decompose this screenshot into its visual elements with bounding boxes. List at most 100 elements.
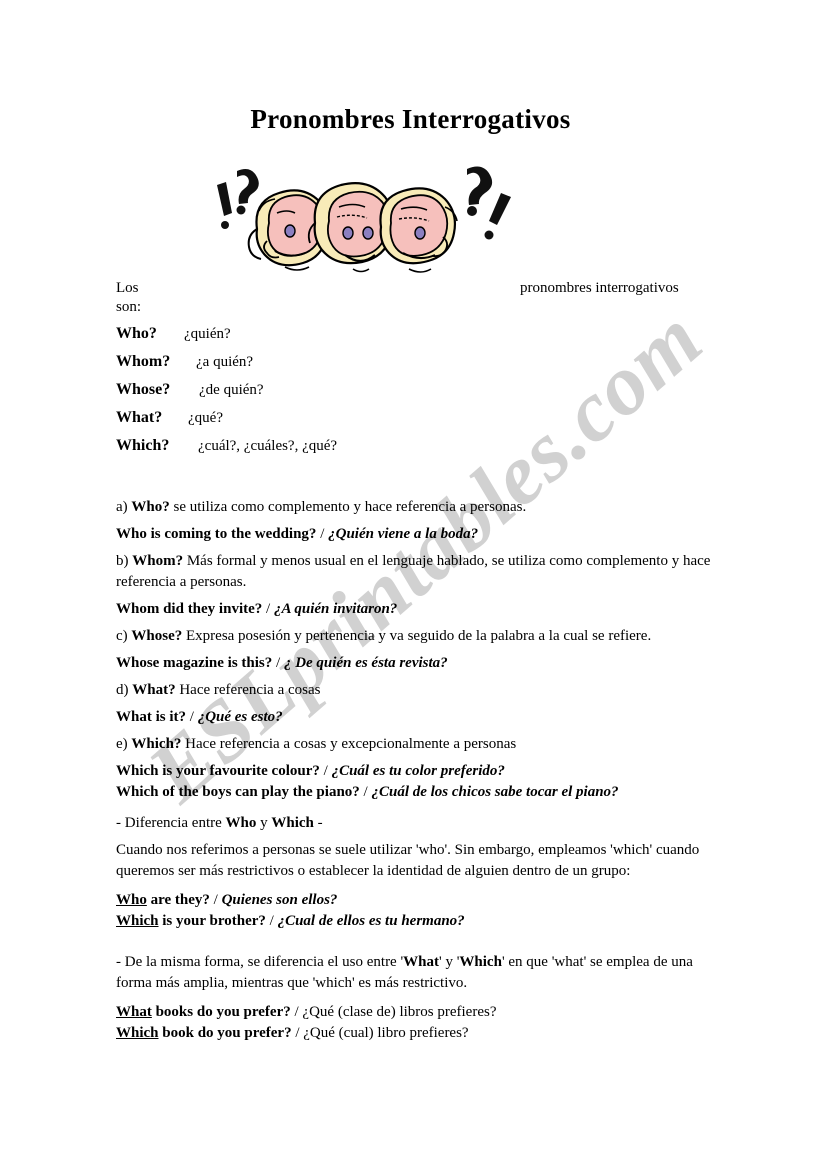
difference-what-term-what: What bbox=[403, 954, 440, 970]
pronoun-es-which: ¿cuál?, ¿cuáles?, ¿qué? bbox=[198, 438, 338, 454]
section-a-marker: a) bbox=[116, 499, 128, 515]
pronoun-row-what: What? ¿qué? bbox=[116, 409, 536, 437]
difference-example-who-es: Quienes son ellos? bbox=[221, 892, 338, 908]
pronoun-row-whom: Whom? ¿a quién? bbox=[116, 353, 536, 381]
pronoun-en-whose: Whose? bbox=[116, 381, 171, 398]
section-a-example: Who is coming to the wedding? / ¿Quién v… bbox=[116, 524, 712, 545]
section-d-term: What? bbox=[132, 682, 176, 698]
difference-example-which-es: ¿Cual de ellos es tu hermano? bbox=[277, 913, 465, 929]
section-e-example-1-en: Which is your favourite colour? bbox=[116, 763, 320, 779]
section-c-text: c) Whose? Expresa posesión y pertenencia… bbox=[116, 626, 712, 647]
pronoun-row-whose: Whose? ¿de quién? bbox=[116, 381, 536, 409]
intro-left-text: Los son: bbox=[116, 279, 141, 317]
pronoun-en-which: Which? bbox=[116, 437, 170, 454]
pronoun-list: Who? ¿quién? Whom? ¿a quién? Whose? ¿de qui… bbox=[116, 325, 536, 465]
difference-heading-term-who: Who bbox=[225, 815, 257, 831]
pronoun-es-whom: ¿a quién? bbox=[196, 354, 254, 370]
section-a-example-en: Who is coming to the wedding? bbox=[116, 526, 317, 542]
difference-heading-pre: - Diferencia entre bbox=[116, 815, 226, 831]
section-c-example-sep: / bbox=[272, 655, 284, 671]
section-c-term: Whose? bbox=[131, 628, 183, 644]
three-confused-faces-illustration bbox=[205, 163, 525, 308]
section-b-term: Whom? bbox=[132, 553, 184, 569]
pronoun-en-what: What? bbox=[116, 409, 163, 426]
pronoun-en-who: Who? bbox=[116, 325, 157, 342]
difference-example-which-book-es: ¿Qué (cual) libro prefieres? bbox=[303, 1025, 469, 1041]
difference-example-what-en: books do you prefer? bbox=[151, 1004, 291, 1020]
difference-what-pre: - De la misma forma, se diferencia el us… bbox=[116, 954, 404, 970]
section-b-text: b) Whom? Más formal y menos usual en el … bbox=[116, 551, 712, 593]
difference-what-term-which: Which bbox=[459, 954, 502, 970]
difference-example-which-book-en: book do you prefer? bbox=[158, 1025, 292, 1041]
difference-heading-term-which: Which bbox=[271, 815, 314, 831]
section-b-example: Whom did they invite? / ¿A quién invitar… bbox=[116, 599, 712, 620]
difference-heading-post: - bbox=[313, 815, 323, 831]
pronoun-es-what: ¿qué? bbox=[188, 410, 223, 426]
difference-who-which-heading: - Diferencia entre Who y Which - bbox=[116, 813, 712, 834]
intro-right-text: pronombres interrogativos bbox=[520, 280, 679, 296]
section-e-term: Which? bbox=[131, 736, 182, 752]
difference-who-which-paragraph: Cuando nos referimos a personas se suele… bbox=[116, 842, 700, 879]
difference-example-what-sep: / bbox=[290, 1004, 303, 1020]
section-d-example-es: ¿Qué es esto? bbox=[197, 709, 283, 725]
section-d-example-sep: / bbox=[186, 709, 198, 725]
section-c-example-en: Whose magazine is this? bbox=[116, 655, 273, 671]
section-e-example-1-sep: / bbox=[319, 763, 332, 779]
difference-example-which-book: Which book do you prefer? / ¿Qué (cual) … bbox=[116, 1023, 712, 1044]
pronoun-en-whom: Whom? bbox=[116, 353, 171, 370]
difference-example-which-book-underlined: Which bbox=[116, 1025, 159, 1041]
pronoun-row-who: Who? ¿quién? bbox=[116, 325, 536, 353]
face-right bbox=[379, 187, 458, 273]
difference-example-what-books: What books do you prefer? / ¿Qué (clase … bbox=[116, 1002, 712, 1023]
difference-example-who-sep: / bbox=[209, 892, 222, 908]
section-d-body: Hace referencia a cosas bbox=[175, 682, 321, 698]
section-a-text: a) Who? se utiliza como complemento y ha… bbox=[116, 497, 712, 518]
difference-heading-mid: y bbox=[256, 815, 272, 831]
section-e-example-2: Which of the boys can play the piano? / … bbox=[116, 782, 712, 803]
worksheet-page: ESLprintables.com Pronombres Interrogati… bbox=[0, 0, 821, 1169]
section-d-example-en: What is it? bbox=[116, 709, 187, 725]
section-b-marker: b) bbox=[116, 553, 129, 569]
section-b-example-sep: / bbox=[262, 601, 274, 617]
section-e-example-1: Which is your favourite colour? / ¿Cuál … bbox=[116, 761, 712, 782]
section-a-term: Who? bbox=[131, 499, 170, 515]
pronoun-es-whose: ¿de quién? bbox=[199, 382, 264, 398]
difference-example-which-sep: / bbox=[265, 913, 278, 929]
intro-line-1: Los bbox=[116, 280, 139, 296]
section-d-text: d) What? Hace referencia a cosas bbox=[116, 680, 712, 701]
section-a-body: se utiliza como complemento y hace refer… bbox=[169, 499, 527, 515]
section-a-example-sep: / bbox=[316, 526, 329, 542]
difference-example-what-underlined: What bbox=[116, 1004, 152, 1020]
pronoun-row-which: Which? ¿cuál?, ¿cuáles?, ¿qué? bbox=[116, 437, 536, 465]
difference-example-which-book-sep: / bbox=[291, 1025, 304, 1041]
section-b-example-es: ¿A quién invitaron? bbox=[273, 601, 398, 617]
section-b-body: Más formal y menos usual en el lenguaje … bbox=[116, 553, 711, 590]
difference-example-which-en: is your brother? bbox=[158, 913, 266, 929]
page-title: Pronombres Interrogativos bbox=[250, 104, 571, 134]
punctuation-marks-left bbox=[217, 169, 259, 229]
difference-what-which-paragraph: - De la misma forma, se diferencia el us… bbox=[116, 952, 712, 994]
section-e-text: e) Which? Hace referencia a cosas y exce… bbox=[116, 734, 712, 755]
difference-example-who: Who are they? / Quienes son ellos? bbox=[116, 890, 712, 911]
section-d-example: What is it? / ¿Qué es esto? bbox=[116, 707, 712, 728]
difference-example-which: Which is your brother? / ¿Cual de ellos … bbox=[116, 911, 712, 932]
difference-example-what-es: ¿Qué (clase de) libros prefieres? bbox=[302, 1004, 497, 1020]
section-c-body: Expresa posesión y pertenencia y va segu… bbox=[182, 628, 652, 644]
section-e-marker: e) bbox=[116, 736, 128, 752]
explanations-body: a) Who? se utiliza como complemento y ha… bbox=[116, 497, 712, 1050]
section-c-marker: c) bbox=[116, 628, 128, 644]
section-e-example-2-sep: / bbox=[359, 784, 372, 800]
difference-what-mid: ' y ' bbox=[439, 954, 460, 970]
section-e-body: Hace referencia a cosas y excepcionalmen… bbox=[181, 736, 517, 752]
section-a-example-es: ¿Quién viene a la boda? bbox=[328, 526, 479, 542]
difference-example-who-en: are they? bbox=[146, 892, 210, 908]
section-e-example-1-es: ¿Cuál es tu color preferido? bbox=[331, 763, 505, 779]
section-e-example-2-es: ¿Cuál de los chicos sabe tocar el piano? bbox=[371, 784, 619, 800]
section-c-example: Whose magazine is this? / ¿ De quién es … bbox=[116, 653, 712, 674]
section-c-example-es: ¿ De quién es ésta revista? bbox=[283, 655, 448, 671]
section-e-example-2-en: Which of the boys can play the piano? bbox=[116, 784, 360, 800]
pronoun-es-who: ¿quién? bbox=[184, 326, 231, 342]
intro-line-2: son: bbox=[116, 299, 142, 315]
section-b-example-en: Whom did they invite? bbox=[116, 601, 263, 617]
